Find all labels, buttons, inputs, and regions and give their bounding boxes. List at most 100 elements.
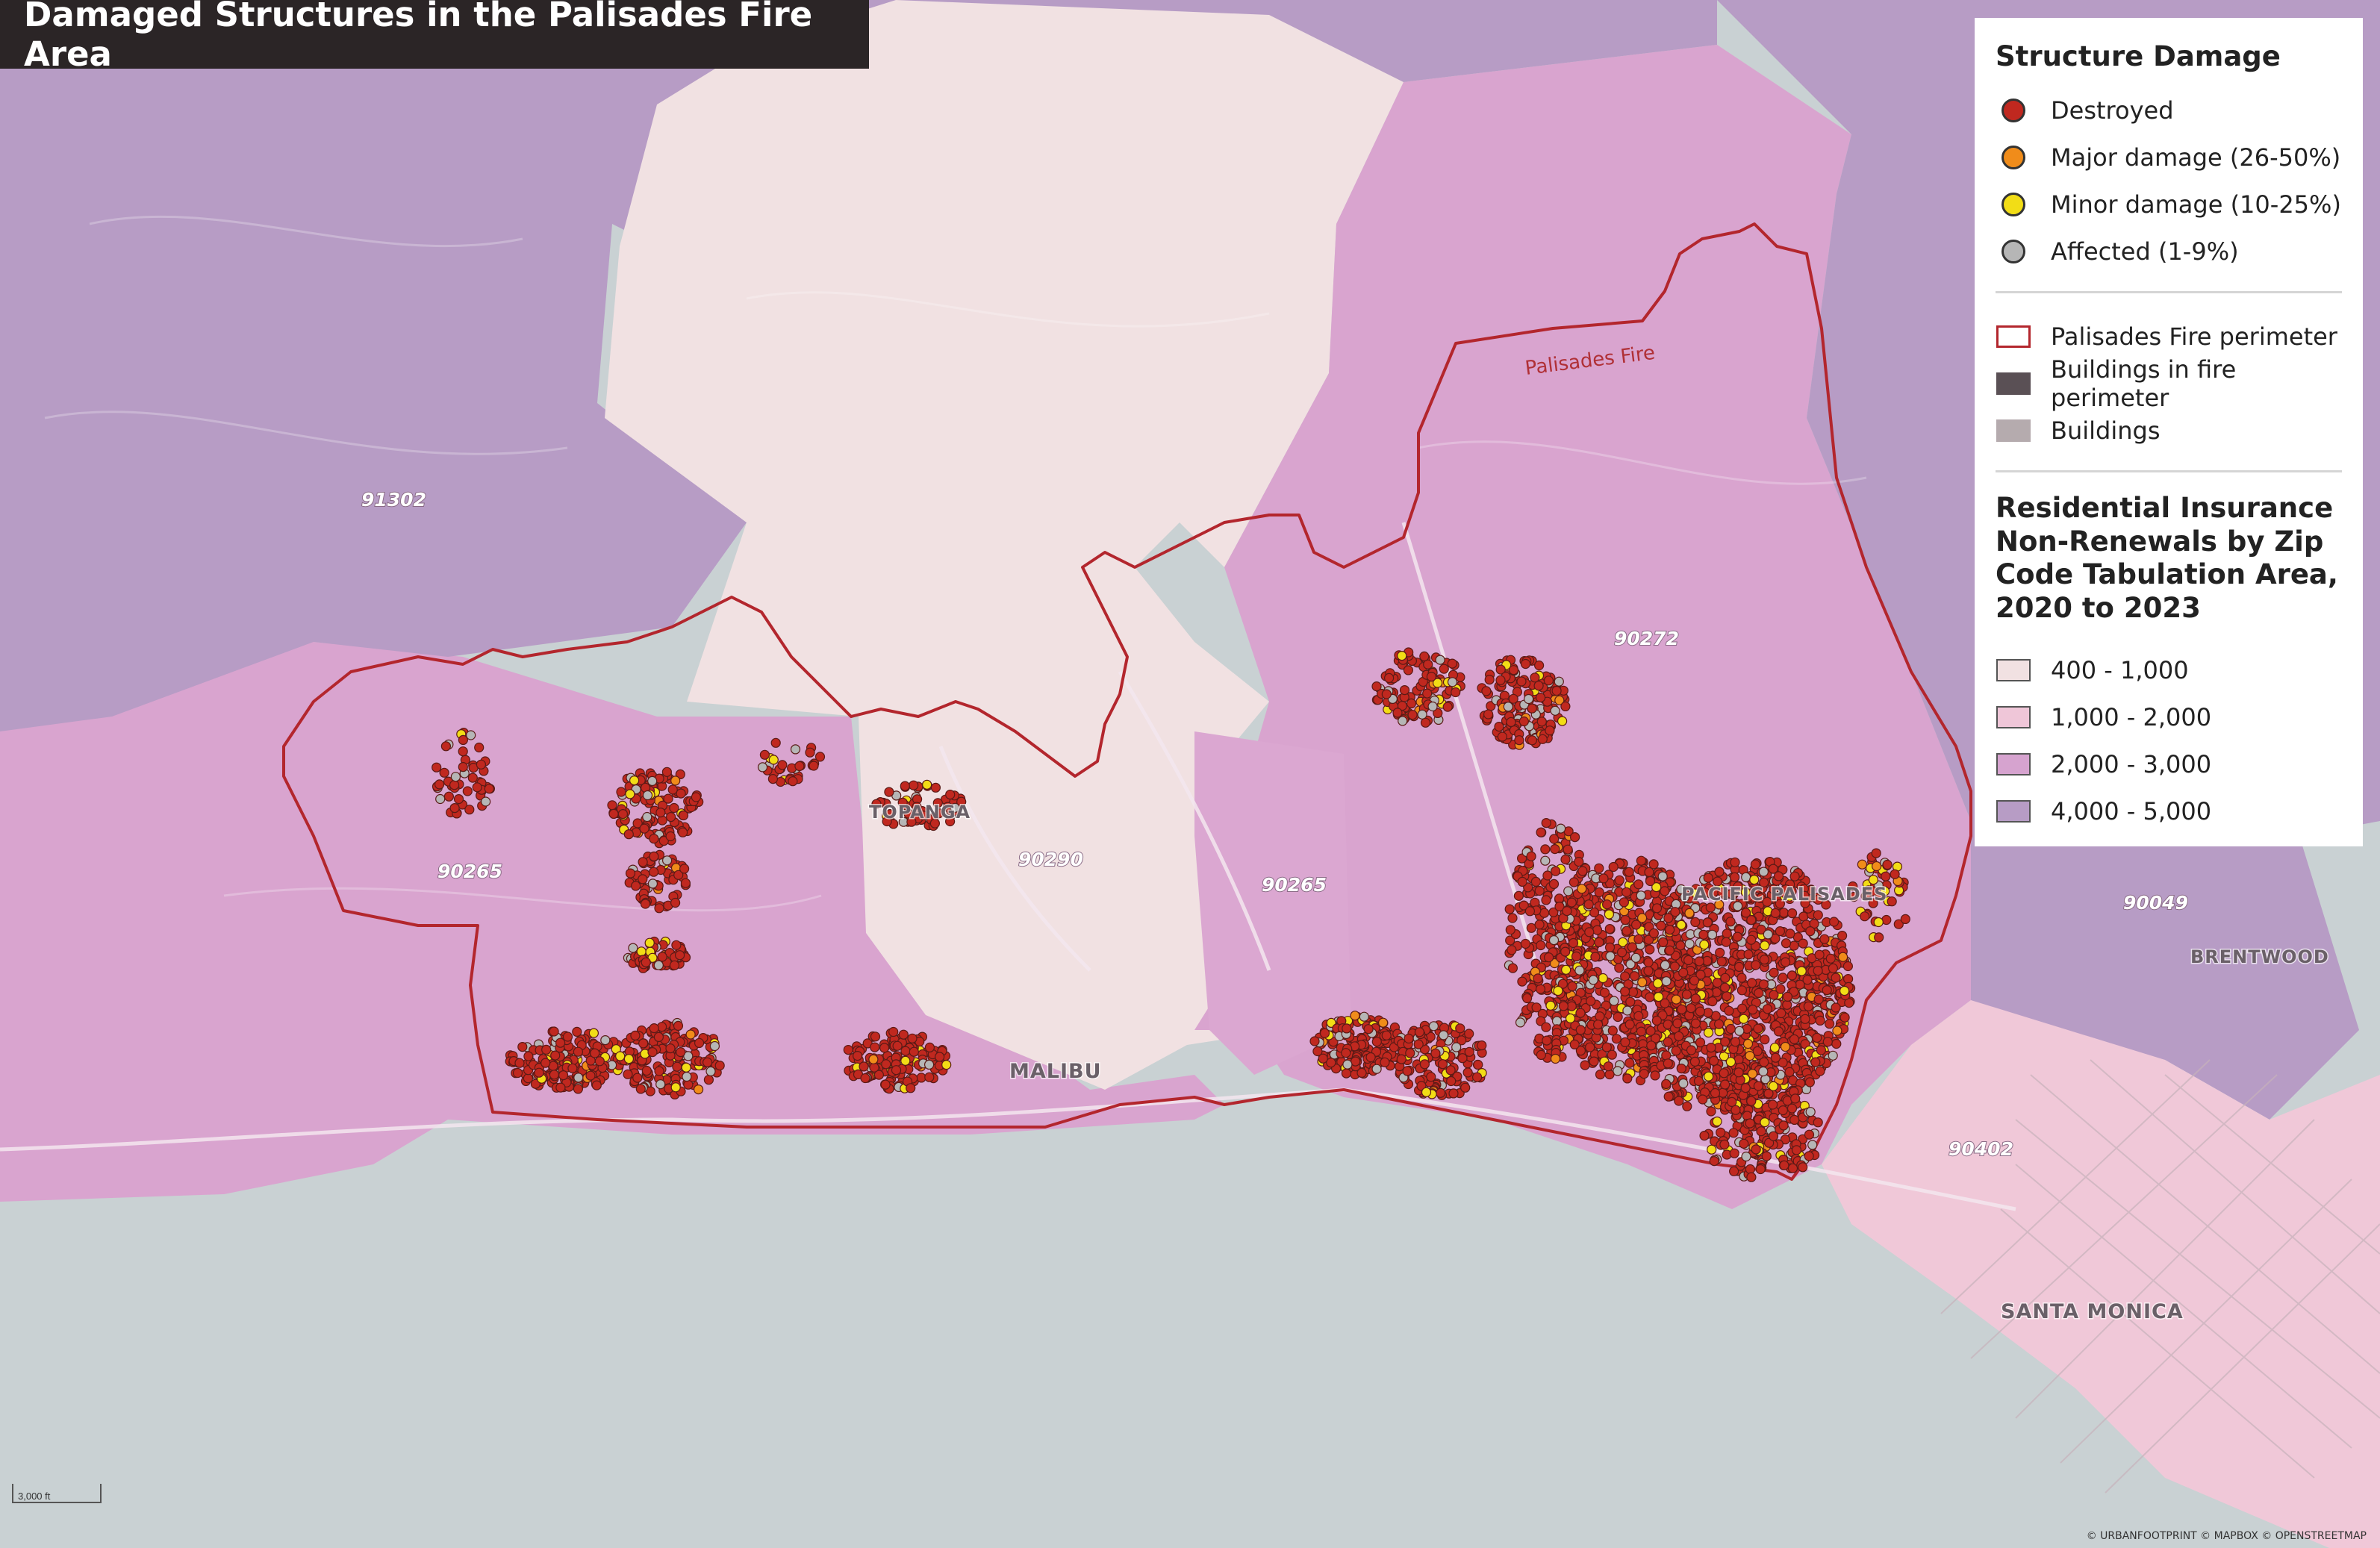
damage-point (1843, 973, 1854, 984)
map-title: Damaged Structures in the Palisades Fire… (24, 0, 813, 74)
place-label-santa-monica: SANTA MONICA (2001, 1300, 2184, 1323)
damage-point (1585, 1042, 1595, 1052)
damage-point (1471, 1072, 1483, 1082)
legend-panel: Structure Damage Destroyed Major damage … (1975, 18, 2363, 846)
damage-point (1656, 920, 1666, 931)
damage-point (1754, 987, 1764, 999)
zip-label-90402: 90402 (1948, 1138, 2013, 1160)
damage-point (1729, 1166, 1739, 1176)
place-label-brentwood: BRENTWOOD (2190, 946, 2329, 967)
damage-point (1396, 1054, 1406, 1064)
damage-point (809, 761, 819, 771)
damage-point (665, 1043, 676, 1054)
damage-point (1727, 1096, 1737, 1108)
damage-point (1741, 908, 1751, 918)
damage-point (549, 1026, 559, 1037)
damage-point (1762, 1004, 1773, 1014)
damage-point (1828, 1050, 1838, 1061)
damage-point (1604, 942, 1616, 953)
damage-point (435, 793, 446, 805)
damage-point (600, 1034, 611, 1046)
damage-point (1636, 890, 1646, 901)
damage-point (1613, 1011, 1623, 1023)
damage-point (1728, 1128, 1739, 1138)
class-swatch-icon (1996, 753, 2031, 776)
damage-point (1550, 843, 1560, 855)
damage-point (1768, 1081, 1778, 1091)
damage-point (767, 773, 779, 784)
damage-point (1753, 1081, 1763, 1091)
damage-point (629, 775, 640, 786)
damage-point (1750, 859, 1760, 870)
scale-bar: 3,000 ft (12, 1484, 102, 1503)
class-swatch-icon (1996, 659, 2031, 682)
damage-point (1798, 911, 1809, 922)
damage-point (1534, 885, 1545, 896)
damage-point (1460, 1082, 1471, 1093)
damage-point (1690, 917, 1701, 928)
damage-point (1419, 651, 1430, 662)
damage-point (628, 943, 638, 953)
legend-label: Buildings in fire perimeter (2051, 355, 2237, 412)
damage-point (1545, 1000, 1556, 1011)
damage-point (1657, 871, 1668, 881)
damage-point (1707, 1144, 1717, 1155)
damage-point (1813, 910, 1823, 920)
damage-point (1473, 1059, 1483, 1070)
damage-point (671, 940, 682, 950)
damage-point (945, 789, 956, 800)
damage-point (1694, 956, 1704, 967)
damage-point (572, 1026, 582, 1037)
damage-point (1562, 905, 1572, 917)
damage-point (635, 1084, 646, 1094)
damage-point (1520, 658, 1531, 670)
damage-point (1753, 1023, 1763, 1034)
damage-point (702, 1057, 713, 1067)
damage-point (615, 1051, 626, 1061)
damage-point (462, 786, 473, 796)
damage-point (1736, 973, 1747, 983)
damage-point (1686, 1045, 1697, 1055)
damage-point (1825, 953, 1836, 964)
damage-point (676, 788, 686, 799)
damage-point (1542, 870, 1553, 881)
damage-point (794, 761, 805, 772)
damage-point (1550, 705, 1560, 716)
damage-point (1651, 903, 1663, 914)
damage-point (693, 1084, 704, 1095)
damage-point (1815, 1066, 1825, 1076)
damage-point (1392, 708, 1403, 718)
legend-label: Affected (1-9%) (2051, 237, 2239, 266)
damage-point (1873, 917, 1884, 928)
damage-point (1341, 1048, 1351, 1058)
damage-point (1661, 1079, 1672, 1090)
damage-point (669, 960, 680, 970)
damage-point (1787, 908, 1798, 919)
damage-point (1645, 1026, 1656, 1036)
damage-point (1427, 701, 1438, 712)
damage-point (1426, 671, 1437, 682)
damage-point (1565, 1013, 1576, 1024)
damage-point (1745, 1050, 1755, 1061)
damage-point (562, 1032, 573, 1042)
damage-point (1570, 831, 1580, 843)
damage-point (1712, 1116, 1722, 1127)
damage-point (1704, 1071, 1714, 1082)
damage-point (534, 1067, 544, 1078)
damage-point (1887, 896, 1897, 907)
damage-point (1695, 1006, 1705, 1017)
damage-point (1589, 1056, 1599, 1067)
damage-point (1575, 1008, 1586, 1018)
damage-point (1517, 976, 1527, 987)
damage-point (1791, 1145, 1802, 1155)
damage-point (1371, 1064, 1382, 1074)
damage-point (1722, 991, 1732, 1002)
damage-point (1743, 949, 1754, 960)
damage-point (1541, 895, 1551, 905)
damage-point (1535, 984, 1546, 994)
legend-item-fire-perimeter: Palisades Fire perimeter (1996, 313, 2342, 360)
damage-point (1505, 925, 1515, 935)
damage-point (1706, 1106, 1716, 1117)
damage-point (1542, 1035, 1552, 1046)
damage-point (642, 790, 653, 801)
